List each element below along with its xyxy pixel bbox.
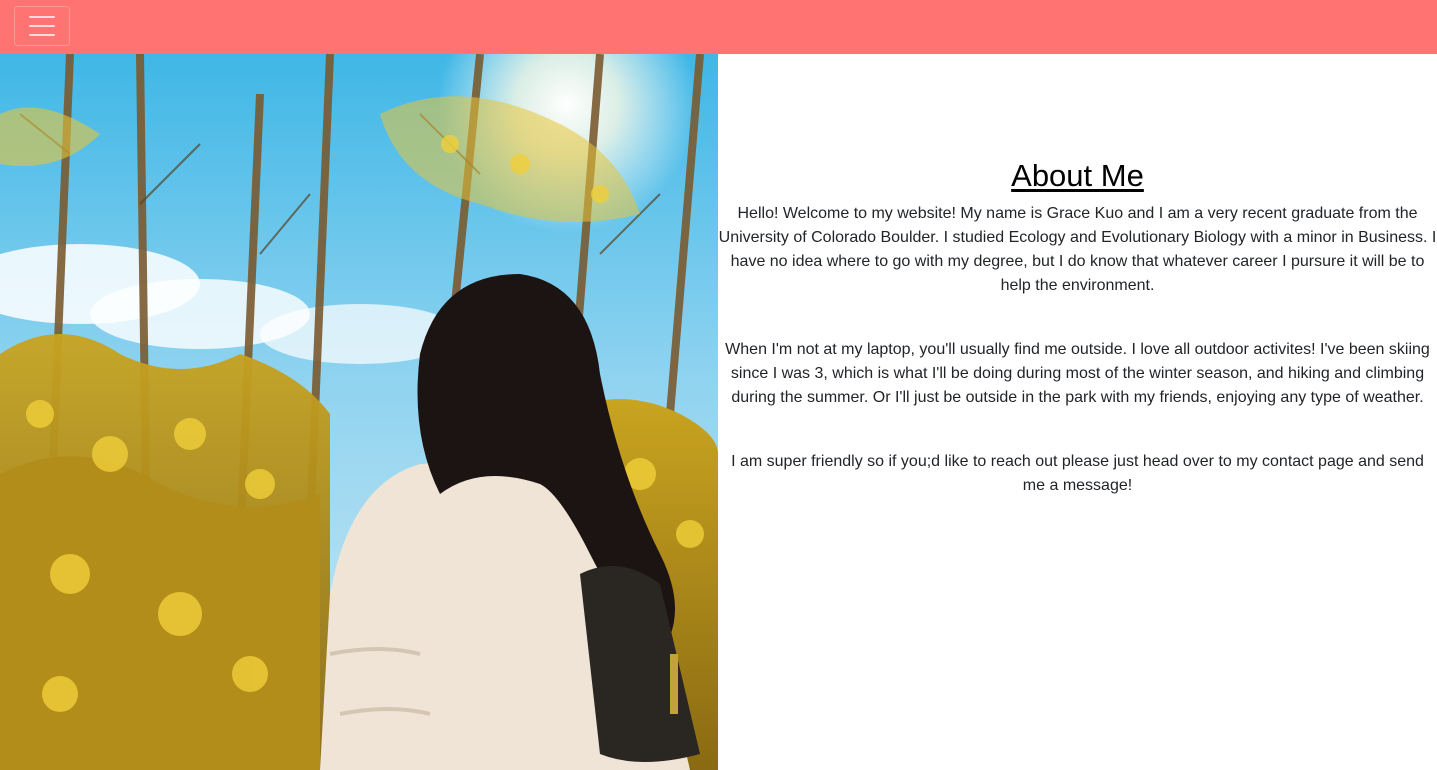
navbar — [0, 0, 1437, 54]
profile-photo — [0, 54, 718, 770]
about-section: About Me Hello! Welcome to my website! M… — [718, 54, 1437, 770]
menu-bar-line — [29, 34, 55, 36]
menu-bar-line — [29, 16, 55, 18]
about-paragraph-contact: I am super friendly so if you;d like to … — [731, 453, 1424, 494]
hamburger-menu-icon[interactable] — [14, 6, 70, 46]
menu-bar-line — [29, 25, 55, 27]
about-paragraph-hobbies: When I'm not at my laptop, you'll usuall… — [725, 341, 1430, 406]
about-heading: About Me — [1011, 158, 1144, 193]
about-paragraph-intro: Hello! Welcome to my website! My name is… — [718, 205, 1437, 294]
